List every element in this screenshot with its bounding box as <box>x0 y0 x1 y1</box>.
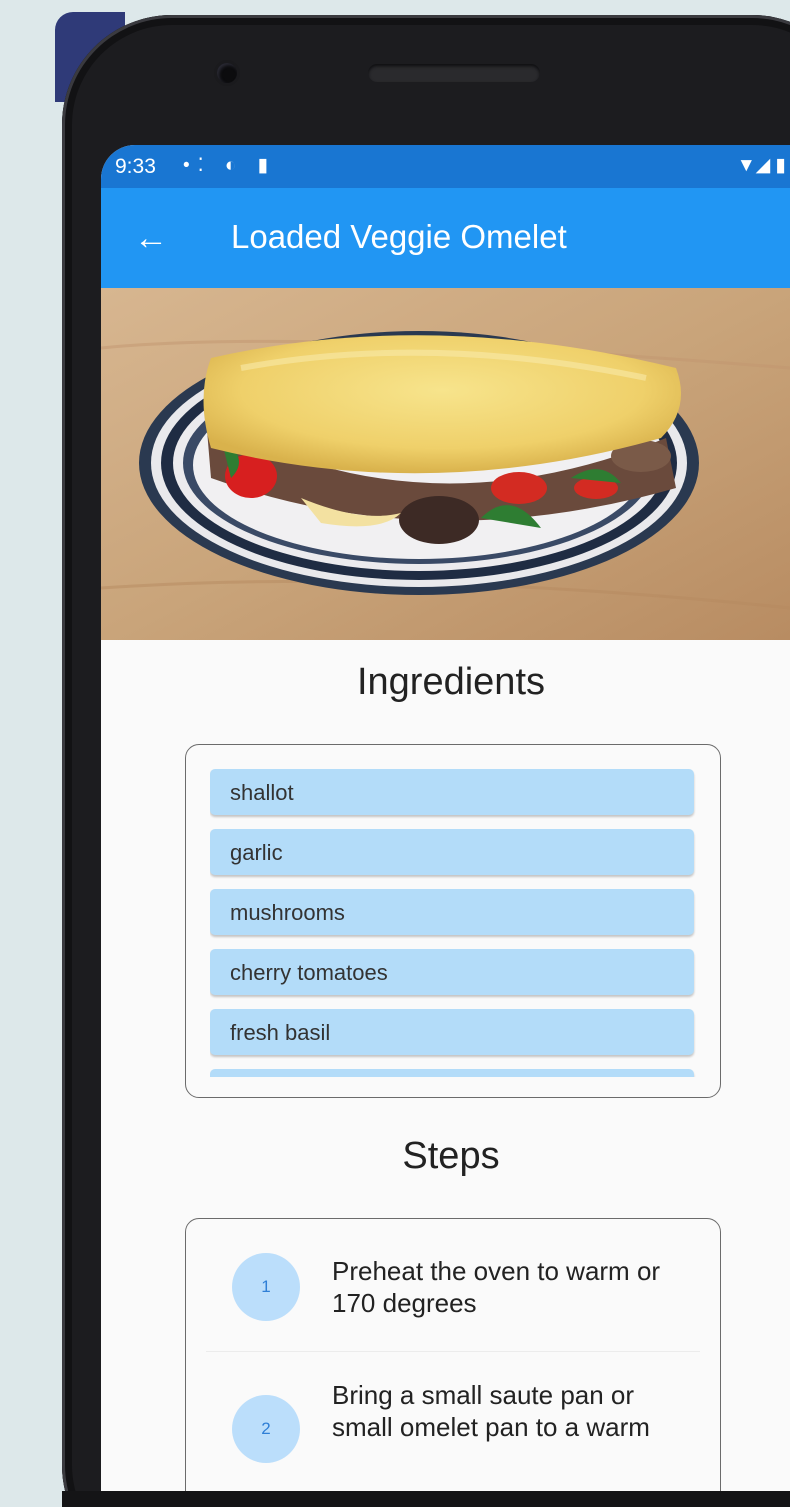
ingredient-item[interactable]: shallot <box>210 769 694 815</box>
ingredients-card: shallot garlic mushrooms cherry tomatoes… <box>185 744 721 1098</box>
phone-bottom-bezel <box>62 1491 790 1507</box>
ingredient-item[interactable]: mushrooms <box>210 889 694 935</box>
step-text: Bring a small saute pan or small omelet … <box>332 1380 650 1442</box>
back-arrow-icon[interactable]: ← <box>131 218 171 258</box>
recipe-image <box>101 288 790 640</box>
step-number-badge: 2 <box>232 1395 300 1463</box>
ingredient-item[interactable]: fresh basil <box>210 1009 694 1055</box>
screenshot: 9:33 •⁚ ◐ ▮ ▼◢ ▮ ← Loaded Veggie Omelet <box>0 0 790 1507</box>
notification-icons: •⁚ ◐ ▮ <box>183 155 277 176</box>
omelet-photo <box>101 288 790 640</box>
ingredients-list[interactable]: shallot garlic mushrooms cherry tomatoes… <box>210 769 696 1077</box>
ingredient-item[interactable]: garlic <box>210 829 694 875</box>
earpiece-speaker <box>368 64 540 82</box>
step-divider <box>206 1351 700 1352</box>
steps-card: 1 Preheat the oven to warm or 170 degree… <box>185 1218 721 1491</box>
status-time: 9:33 <box>115 155 156 178</box>
front-camera <box>217 63 237 83</box>
app-screen: 9:33 •⁚ ◐ ▮ ▼◢ ▮ ← Loaded Veggie Omelet <box>101 145 790 1491</box>
status-bar: 9:33 •⁚ ◐ ▮ ▼◢ ▮ <box>101 145 790 188</box>
ingredient-item[interactable]: cherry tomatoes <box>210 949 694 995</box>
app-bar: ← Loaded Veggie Omelet <box>101 188 790 288</box>
ingredients-heading: Ingredients <box>356 661 545 703</box>
steps-heading: Steps <box>402 1135 500 1177</box>
step-text: Preheat the oven to warm or 170 degrees <box>332 1256 661 1318</box>
step-number-badge: 1 <box>232 1253 300 1321</box>
page-title: Loaded Veggie Omelet <box>231 218 567 255</box>
system-status-icons: ▼◢ ▮ <box>736 155 786 176</box>
ingredient-item[interactable] <box>210 1069 694 1077</box>
